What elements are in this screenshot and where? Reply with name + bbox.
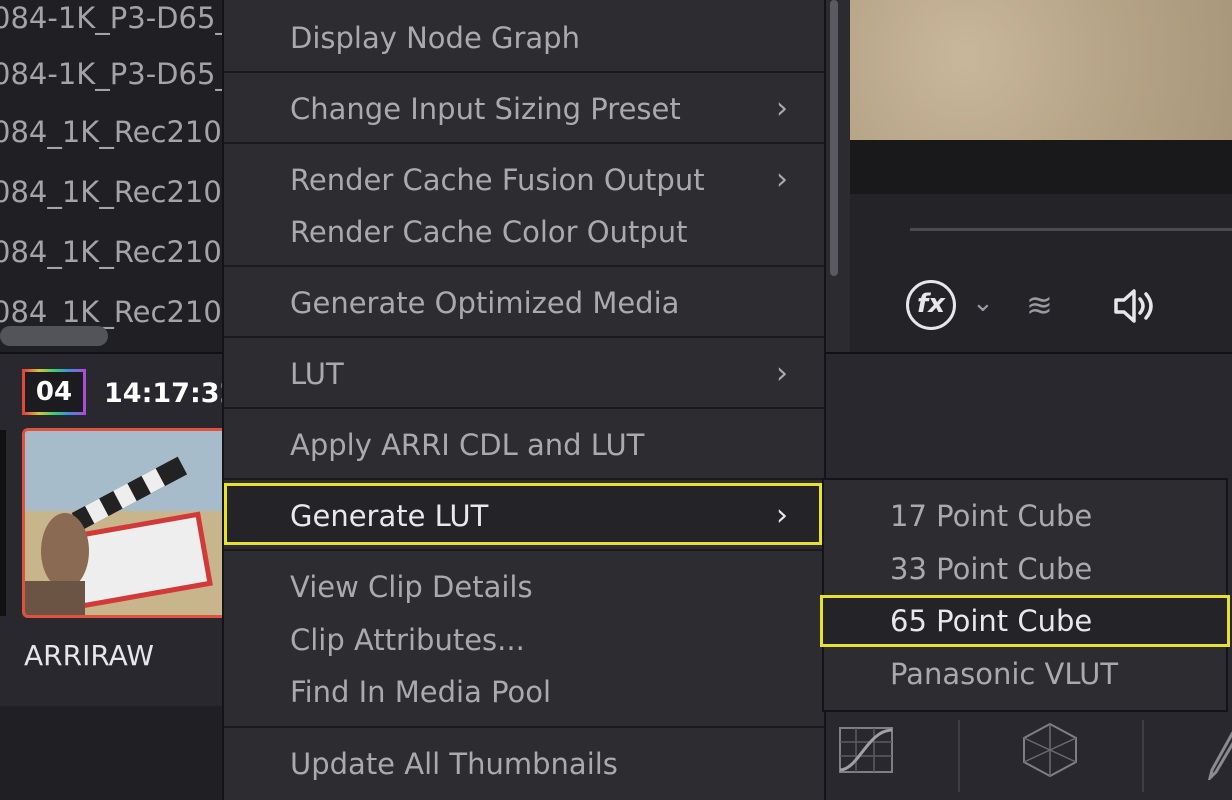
- media-list-row[interactable]: 084-1K_P3-D65_: [0, 0, 226, 40]
- chevron-down-icon[interactable]: ⌄: [972, 288, 994, 318]
- menu-item-update-all-thumbnails[interactable]: Update All Thumbnails: [290, 744, 618, 784]
- viewer-letterbox: [850, 140, 1232, 194]
- submenu-arrow-icon: ›: [776, 91, 788, 126]
- color-picker-icon[interactable]: [1206, 730, 1232, 790]
- menu-item-generate-lut[interactable]: Generate LUT: [290, 496, 488, 536]
- submenu-arrow-icon: ›: [776, 356, 788, 391]
- media-list-row[interactable]: 084-1K_P3-D65_: [0, 52, 226, 96]
- media-list-row[interactable]: 084_1K_Rec210: [0, 230, 226, 274]
- fx-icon[interactable]: fx: [906, 280, 956, 330]
- picker-glyph: [1207, 731, 1232, 783]
- media-list: 084-1K_P3-D65_ 084-1K_P3-D65_ 084_1K_Rec…: [0, 0, 226, 352]
- toolbar-separator: [958, 720, 960, 792]
- clip-timecode: 14:17:32: [104, 378, 239, 409]
- speaker-icon[interactable]: [1112, 286, 1160, 334]
- submenu-item-65-point-cube[interactable]: 65 Point Cube: [890, 601, 1092, 641]
- media-list-row[interactable]: 084_1K_Rec210: [0, 110, 226, 154]
- context-menu-scrollbar[interactable]: [826, 0, 842, 280]
- submenu-item-33-point-cube[interactable]: 33 Point Cube: [890, 549, 1092, 589]
- menu-item-apply-arri-cdl-and-lut[interactable]: Apply ARRI CDL and LUT: [290, 425, 644, 465]
- lower-panel: [0, 706, 226, 800]
- menu-item-lut[interactable]: LUT: [290, 354, 344, 394]
- menu-separator: [224, 265, 824, 267]
- clip-name: ARRIRAW: [24, 639, 154, 672]
- speaker-glyph: [1114, 289, 1153, 323]
- viewer-image: [850, 0, 1232, 140]
- submenu-arrow-icon: ›: [776, 498, 788, 533]
- menu-item-view-clip-details[interactable]: View Clip Details: [290, 567, 533, 607]
- clip-thumbnail[interactable]: [22, 428, 226, 618]
- menu-item-find-in-media-pool[interactable]: Find In Media Pool: [290, 672, 551, 712]
- color-warper-icon[interactable]: [1020, 722, 1080, 789]
- menu-item-display-node-graph[interactable]: Display Node Graph: [290, 18, 580, 58]
- menu-separator: [224, 336, 824, 338]
- media-list-scrollbar[interactable]: [0, 326, 108, 346]
- submenu-arrow-icon: ›: [776, 162, 788, 197]
- menu-item-change-input-sizing-preset[interactable]: Change Input Sizing Preset: [290, 89, 681, 129]
- menu-separator: [224, 726, 824, 728]
- hex-glyph: [1023, 722, 1077, 778]
- submenu-item-17-point-cube[interactable]: 17 Point Cube: [890, 496, 1092, 536]
- curves-icon[interactable]: [838, 726, 894, 785]
- submenu-item-panasonic-vlut[interactable]: Panasonic VLUT: [890, 654, 1118, 694]
- viewer-scrubber[interactable]: [910, 228, 1232, 231]
- scrollbar-thumb[interactable]: [830, 0, 838, 276]
- curves-glyph: [839, 727, 893, 773]
- menu-item-clip-attributes[interactable]: Clip Attributes...: [290, 620, 525, 660]
- menu-item-render-cache-color-output[interactable]: Render Cache Color Output: [290, 212, 688, 252]
- menu-separator: [224, 407, 824, 409]
- menu-separator: [224, 478, 824, 480]
- clip-previous-edge: [0, 430, 6, 616]
- clapperboard-image: [25, 431, 226, 615]
- clip-number-badge: 04: [22, 369, 86, 415]
- menu-separator: [224, 549, 824, 551]
- toolbar-separator: [1142, 720, 1144, 792]
- menu-item-render-cache-fusion-output[interactable]: Render Cache Fusion Output: [290, 160, 705, 200]
- menu-separator: [224, 71, 824, 73]
- layers-icon[interactable]: ≋: [1026, 286, 1053, 324]
- media-list-row[interactable]: 084_1K_Rec210: [0, 170, 226, 214]
- menu-separator: [224, 142, 824, 144]
- menu-item-generate-optimized-media[interactable]: Generate Optimized Media: [290, 283, 679, 323]
